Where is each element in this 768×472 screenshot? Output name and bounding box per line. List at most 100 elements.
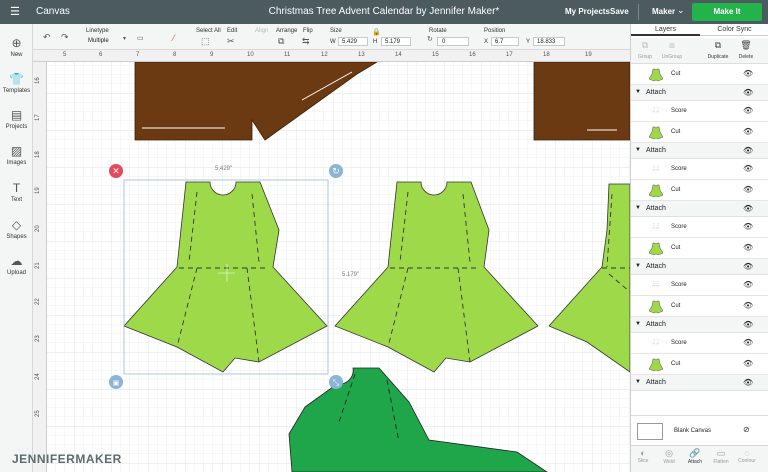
lock-handle[interactable]: ▣ — [109, 375, 123, 389]
layer-group-attach[interactable]: ▼ Attach 👁 — [631, 85, 768, 101]
sidebar-item-images[interactable]: ▨ Images — [0, 144, 33, 166]
layer-row-cut[interactable]: Cut 👁 — [631, 354, 768, 375]
layer-group-attach[interactable]: ▼ Attach 👁 — [631, 317, 768, 333]
make-it-button[interactable]: Make It — [692, 3, 762, 21]
flip-icon[interactable]: ⇆ — [302, 36, 310, 47]
layer-label: Score — [671, 340, 687, 346]
group-button[interactable]: Group — [634, 54, 656, 60]
contour-button[interactable]: ◌ Contour — [737, 448, 757, 464]
sidebar-item-label: Templates — [2, 88, 31, 94]
my-projects-link[interactable]: My Projects — [565, 7, 610, 16]
brand-watermark: JENNIFERMAKER — [12, 452, 122, 466]
caret-down-icon[interactable]: ▼ — [635, 147, 641, 153]
slice-button[interactable]: ◐ Slice — [633, 448, 653, 464]
sidebar-item-text[interactable]: T Text — [0, 181, 33, 203]
eye-icon[interactable]: 👁 — [743, 320, 753, 329]
layer-group-attach[interactable]: ▼ Attach 👁 — [631, 201, 768, 217]
tab-layers[interactable]: Layers — [631, 24, 700, 36]
layer-row-score[interactable]: Score 👁 — [631, 275, 768, 296]
machine-selector[interactable]: Maker — [652, 7, 675, 16]
y-input[interactable]: 18.833 — [533, 37, 565, 46]
rotate-input[interactable]: 0 — [437, 37, 469, 46]
eye-hidden-icon[interactable]: ⊘ — [743, 425, 750, 434]
select-all-icon[interactable]: ⬚ — [201, 36, 210, 47]
eye-icon[interactable]: 👁 — [743, 69, 753, 78]
eye-icon[interactable]: 👁 — [743, 88, 753, 97]
eye-icon[interactable]: 👁 — [743, 164, 753, 173]
attach-button[interactable]: 🔗 Attach — [685, 448, 705, 465]
layer-group-attach[interactable]: ▼ Attach 👁 — [631, 143, 768, 159]
caret-down-icon[interactable]: ▼ — [635, 379, 641, 385]
eye-icon[interactable]: 👁 — [743, 185, 753, 194]
flip-label: Flip — [303, 28, 313, 34]
eye-icon[interactable]: 👁 — [743, 280, 753, 289]
sidebar-item-upload[interactable]: ☁ Upload — [0, 254, 33, 276]
eye-icon[interactable]: 👁 — [743, 106, 753, 115]
caret-down-icon[interactable]: ▼ — [635, 263, 641, 269]
eye-icon[interactable]: 👁 — [743, 146, 753, 155]
layer-row-score[interactable]: Score 👁 — [631, 217, 768, 238]
edit-toolbar: ↶ ↷ Linetype Multiple ▾ ▭ ⁄ Select All ⬚… — [33, 24, 630, 50]
sidebar-item-new[interactable]: ⊕ New — [0, 36, 33, 58]
blank-canvas-row[interactable]: Blank Canvas ⊘ — [631, 415, 768, 445]
layer-group-attach[interactable]: ▼ Attach 👁 — [631, 259, 768, 275]
left-sidebar: ⊕ New 👕 Templates ▤ Projects ▨ Images T Text … — [0, 24, 33, 472]
slice-icon: ◐ — [640, 448, 646, 458]
chevron-down-icon[interactable]: ⌄ — [677, 5, 685, 16]
chevron-down-icon[interactable]: ▾ — [123, 35, 126, 42]
flatten-button[interactable]: ▭ Flatten — [711, 448, 731, 465]
delete-button[interactable]: Delete — [735, 54, 757, 60]
ruler-tick: 19 — [35, 187, 41, 194]
eye-icon[interactable]: 👁 — [743, 222, 753, 231]
x-input[interactable]: 6.7 — [491, 37, 519, 46]
rotate-handle[interactable]: ↻ — [329, 164, 343, 178]
pen-color-icon[interactable]: ⁄ — [173, 33, 175, 43]
layer-row-cut[interactable]: Cut 👁 — [631, 180, 768, 201]
resize-icon: ⤡ — [333, 378, 340, 387]
eye-icon[interactable]: 👁 — [743, 359, 753, 368]
caret-down-icon[interactable]: ▼ — [635, 205, 641, 211]
linetype-select[interactable]: Multiple — [88, 38, 109, 44]
layer-row-score[interactable]: Score 👁 — [631, 159, 768, 180]
layer-row-cut[interactable]: Cut 👁 — [631, 296, 768, 317]
layer-row-score[interactable]: Score 👁 — [631, 101, 768, 122]
edit-icon[interactable]: ✂ — [227, 36, 235, 47]
save-link[interactable]: Save — [610, 7, 629, 16]
scale-handle[interactable]: ⤡ — [329, 375, 343, 389]
eye-icon[interactable]: 👁 — [743, 338, 753, 347]
layer-row-cut[interactable]: Cut 👁 — [631, 64, 768, 85]
undo-icon[interactable]: ↶ — [43, 32, 51, 43]
projects-icon: ▤ — [10, 108, 23, 122]
sidebar-item-projects[interactable]: ▤ Projects — [0, 108, 33, 130]
sidebar-item-shapes[interactable]: ◇ Shapes — [0, 218, 33, 240]
layer-group-attach[interactable]: ▼ Attach 👁 — [631, 375, 768, 391]
duplicate-button[interactable]: Duplicate — [707, 54, 729, 60]
layer-group-label: Attach — [646, 147, 666, 154]
weld-button[interactable]: ◎ Weld — [659, 448, 679, 465]
brown-shape-right[interactable] — [533, 62, 630, 141]
delete-handle[interactable]: ✕ — [109, 164, 123, 178]
eye-icon[interactable]: 👁 — [743, 204, 753, 213]
sidebar-item-templates[interactable]: 👕 Templates — [0, 72, 33, 94]
lock-icon[interactable]: 🔒 — [372, 28, 381, 36]
ruler-tick: 12 — [321, 52, 328, 58]
ungroup-button[interactable]: UnGroup — [661, 54, 683, 60]
tab-color-sync[interactable]: Color Sync — [700, 24, 768, 36]
caret-down-icon[interactable]: ▼ — [635, 321, 641, 327]
layer-row-score[interactable]: Score 👁 — [631, 333, 768, 354]
height-input[interactable]: 5.179 — [381, 37, 411, 46]
eye-icon[interactable]: 👁 — [743, 378, 753, 387]
layer-row-cut[interactable]: Cut 👁 — [631, 122, 768, 143]
layer-row-cut[interactable]: Cut 👁 — [631, 238, 768, 259]
design-canvas[interactable]: ✕ ↻ ▣ ⤡ 5.429" 5.179" — [47, 62, 630, 472]
close-icon: ✕ — [112, 167, 120, 177]
redo-icon[interactable]: ↷ — [61, 32, 69, 43]
arrange-icon[interactable]: ⧉ — [278, 36, 284, 47]
eye-icon[interactable]: 👁 — [743, 301, 753, 310]
width-input[interactable]: 5.429 — [338, 37, 368, 46]
eye-icon[interactable]: 👁 — [743, 262, 753, 271]
layer-label: Cut — [671, 187, 681, 193]
eye-icon[interactable]: 👁 — [743, 127, 753, 136]
caret-down-icon[interactable]: ▼ — [635, 89, 641, 95]
eye-icon[interactable]: 👁 — [743, 243, 753, 252]
